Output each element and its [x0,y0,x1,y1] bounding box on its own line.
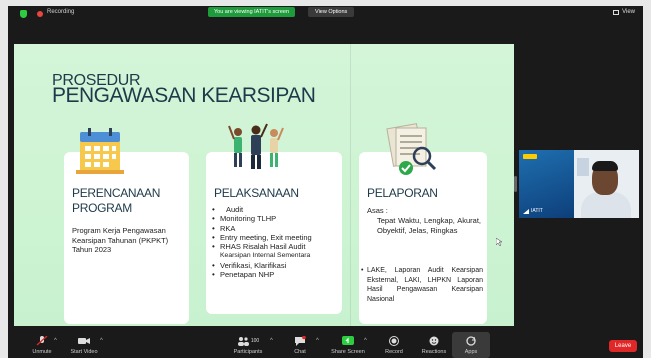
recording-icon [37,11,43,17]
background-logo [523,154,537,159]
asas-text: Tepat Waktu, Lengkap, Akurat, Obyektif, … [377,216,481,235]
chat-chevron-icon[interactable]: ^ [316,338,319,344]
reactions-label: Reactions [421,349,447,355]
mouse-cursor-icon [496,238,502,246]
audio-options-chevron-icon[interactable]: ^ [54,338,57,344]
participants-chevron-icon[interactable]: ^ [270,338,273,344]
participants-icon-row: 100 [237,336,259,346]
record-button[interactable]: Record [372,336,416,355]
reactions-icon [429,336,439,346]
start-video-label: Start Video [70,349,98,355]
card-title-perencanaan: PERENCANAAN PROGRAM [72,186,161,215]
participants-count: 100 [250,338,260,344]
card-title-pelaporan: PELAPORAN [367,186,438,200]
report-documents-icon [386,123,437,175]
panel-resize-handle[interactable] [514,176,517,192]
unmute-button[interactable]: Unmute [20,336,64,355]
report-text-content: LAKE, Laporan Audit Kearsipan Eksternal,… [367,267,483,303]
slide-title-line2: PENGAWASAN KEARSIPAN [52,84,316,107]
participant-name: IATIT [531,208,543,214]
view-button-label: View [622,9,635,15]
share-chevron-icon[interactable]: ^ [364,338,367,344]
record-icon [389,336,399,346]
card-text-perencanaan: Program Kerja Pengawasan Kearsipan Tahun… [72,226,169,254]
participant-video-tile[interactable]: IATIT [519,150,639,218]
list-item: Monitoring TLHP [212,214,340,224]
list-sub-item: Kearsipan Internal Sementara [220,252,311,260]
list-item: Penetapan NHP [212,270,340,280]
share-screen-icon [342,336,354,345]
viewing-screen-banner: You are viewing IATIT's screen [208,7,296,17]
view-button[interactable]: View [613,9,635,15]
participants-icon [237,337,249,346]
top-bar: Recording You are viewing IATIT's screen… [8,6,643,22]
view-options-button[interactable]: View Options [308,7,355,17]
list-item: Entry meeting, Exit meeting [212,233,340,243]
calendar-icon [76,128,124,174]
apps-icon [466,336,476,346]
share-screen-label: Share Screen [331,349,365,355]
slide-divider [350,44,351,326]
team-people-icon [228,123,284,169]
apps-button[interactable]: Apps [452,332,490,358]
recording-label: Recording [47,9,75,15]
list-item: RHAS Risalah Hasil Audit [212,242,340,252]
participant-body [581,192,631,218]
report-text: • LAKE, Laporan Audit Kearsipan Eksterna… [361,266,483,304]
shared-screen-slide: PROSEDUR PENGAWASAN KEARSIPAN PERENCANAA… [14,44,514,326]
bullet: • [361,267,364,274]
card-pelaksanaan: PELAKSANAAN Audit Monitoring TLHP RKA En… [206,152,342,314]
microphone-muted-icon [36,336,48,346]
chat-label: Chat [294,349,306,355]
video-options-chevron-icon[interactable]: ^ [100,338,103,344]
chat-bubble-icon [295,336,306,346]
card-title-pelaksanaan: PELAKSANAAN [214,186,299,200]
unmute-label: Unmute [32,349,52,355]
encryption-shield-icon[interactable] [20,10,27,18]
meeting-toolbar: Unmute ^ Start Video ^ 100 Participants … [8,332,643,358]
background-document [577,158,589,176]
leave-button[interactable]: Leave [609,340,637,352]
participants-button[interactable]: 100 Participants [226,336,270,355]
pelaksanaan-list: Audit Monitoring TLHP RKA Entry meeting,… [212,205,340,280]
asas-label: Asas : [367,206,388,215]
apps-label: Apps [464,349,478,355]
list-item: Verifikasi, Klarifikasi [212,261,340,271]
zoom-window: Recording You are viewing IATIT's screen… [8,6,643,358]
apps-item: Apps [449,336,493,355]
view-layout-icon [613,9,620,15]
participants-label: Participants [233,349,263,355]
signal-strength-icon [523,208,529,214]
list-item: Audit [212,205,340,215]
list-item: RKA [212,224,340,234]
participant-hair [592,161,618,171]
participant-name-tag: IATIT [523,208,543,214]
video-camera-icon [78,338,90,344]
record-label: Record [385,349,403,355]
